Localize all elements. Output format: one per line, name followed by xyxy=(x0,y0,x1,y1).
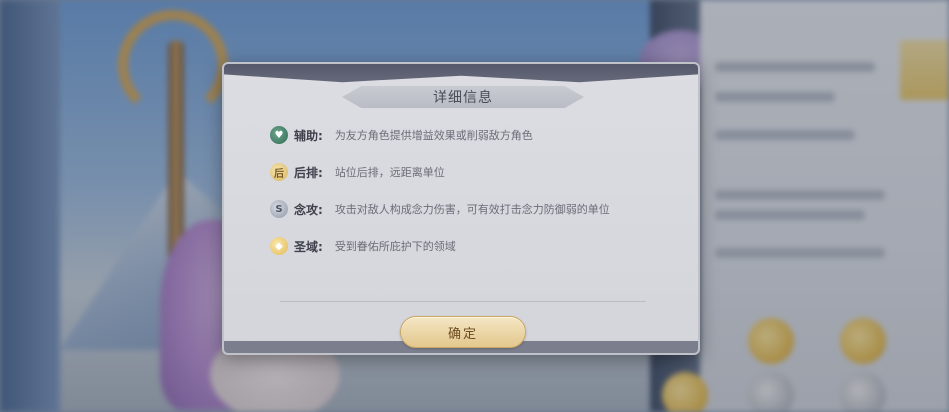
trait-description: 受到眷佑所庇护下的领域 xyxy=(334,240,456,253)
sanctuary-icon: ◆ xyxy=(270,237,288,255)
trait-row-support: ♥ 辅助: 为友方角色提供增益效果或削弱敌方角色 xyxy=(270,126,690,144)
trait-label: 念攻: xyxy=(294,202,323,217)
confirm-button[interactable]: 确定 xyxy=(400,316,526,348)
trait-label: 圣域: xyxy=(294,239,323,254)
trait-description: 站位后排，远距离单位 xyxy=(334,166,445,179)
dialog-title: 详细信息 xyxy=(433,90,493,106)
trait-list: ♥ 辅助: 为友方角色提供增益效果或削弱敌方角色 后 后排: 站位后排，远距离单… xyxy=(270,126,690,274)
detail-dialog: 详细信息 ♥ 辅助: 为友方角色提供增益效果或削弱敌方角色 后 后排: 站位后排… xyxy=(222,62,700,355)
confirm-button-label: 确定 xyxy=(447,326,478,342)
trait-row-psychic-attack: S 念攻: 攻击对敌人构成念力伤害，可有效打击念力防御弱的单位 xyxy=(270,200,690,218)
trait-label: 后排: xyxy=(294,165,323,180)
support-icon: ♥ xyxy=(270,126,288,144)
dialog-divider xyxy=(280,301,646,302)
title-ribbon: 详细信息 xyxy=(342,86,584,108)
back-row-icon: 后 xyxy=(270,163,288,181)
trait-description: 攻击对敌人构成念力伤害，可有效打击念力防御弱的单位 xyxy=(334,203,610,216)
trait-label: 辅助: xyxy=(294,128,323,143)
psychic-attack-icon: S xyxy=(270,200,288,218)
trait-description: 为友方角色提供增益效果或削弱敌方角色 xyxy=(334,129,533,142)
trait-row-sanctuary: ◆ 圣域: 受到眷佑所庇护下的领域 xyxy=(270,237,690,255)
trait-row-back-row: 后 后排: 站位后排，远距离单位 xyxy=(270,163,690,181)
